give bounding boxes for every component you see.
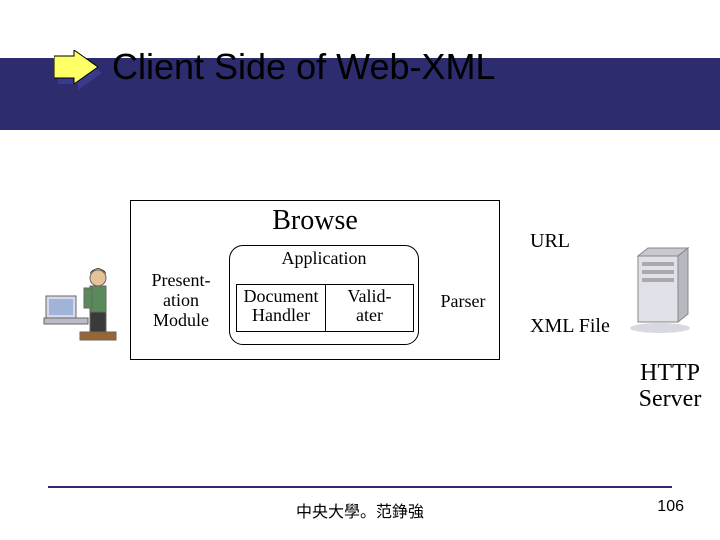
xml-file-label: XML File xyxy=(530,315,610,338)
architecture-diagram: Browse Present- ation Module Application… xyxy=(40,160,680,420)
arrow-main-icon xyxy=(54,50,98,84)
server-tower-icon xyxy=(628,244,698,334)
parser-label: Parser xyxy=(433,291,493,312)
title-area: Client Side of Web-XML xyxy=(0,0,720,130)
http-server-label: HTTP Server xyxy=(620,360,720,413)
footer-divider xyxy=(48,486,672,488)
presentation-module-label: Present- ation Module xyxy=(141,271,221,330)
validator-label: Valid- ater xyxy=(325,285,413,331)
page-title: Client Side of Web-XML xyxy=(112,46,496,88)
page-number: 106 xyxy=(657,498,684,516)
application-label: Application xyxy=(230,246,418,269)
browser-box: Browse Present- ation Module Application… xyxy=(130,200,500,360)
arrow-right-icon xyxy=(54,50,102,90)
footer-center-text: 中央大學。范錚強 xyxy=(0,498,720,522)
person-at-computer-icon xyxy=(40,260,120,360)
url-label: URL xyxy=(530,230,570,253)
slide: Client Side of Web-XML Browse Present- a… xyxy=(0,0,720,540)
browse-title: Browse xyxy=(131,201,499,237)
document-handler-label: Document Handler xyxy=(237,285,325,331)
application-group: Application Document Handler Valid- ater xyxy=(229,245,419,345)
doc-validator-box: Document Handler Valid- ater xyxy=(236,284,414,332)
